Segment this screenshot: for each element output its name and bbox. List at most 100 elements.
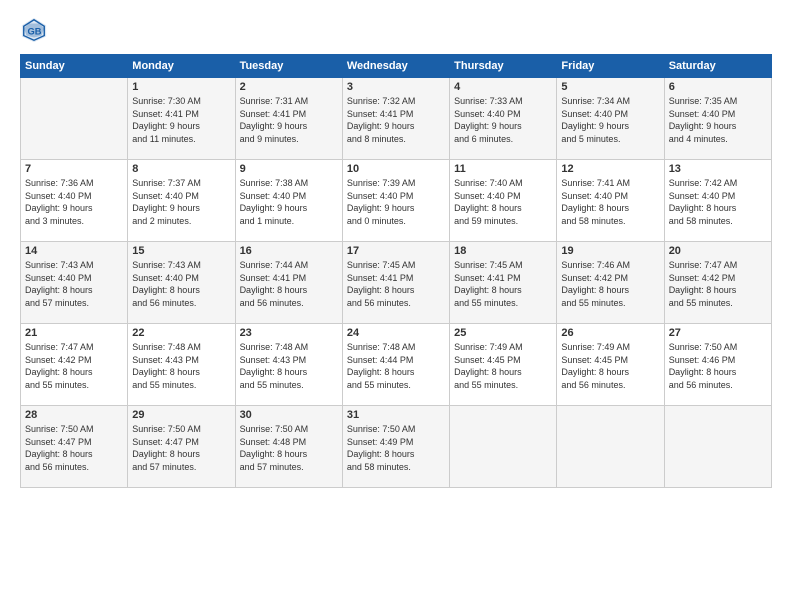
calendar-cell: 18 Sunrise: 7:45 AM Sunset: 4:41 PM Dayli… [450, 242, 557, 324]
calendar-cell: 21Sunrise: 7:47 AM Sunset: 4:42 PM Dayli… [21, 324, 128, 406]
calendar-cell: 30 Sunrise: 7:50 AM Sunset: 4:48 PM Dayli… [235, 406, 342, 488]
col-header-wednesday: Wednesday [342, 55, 449, 78]
col-header-monday: Monday [128, 55, 235, 78]
day-info: Sunrise: 7:50 AM Sunset: 4:48 PM Dayligh… [240, 423, 338, 473]
calendar-row: 1 Sunrise: 7:30 AM Sunset: 4:41 PM Daylig… [21, 78, 772, 160]
calendar-cell: 24Sunrise: 7:48 AM Sunset: 4:44 PM Dayli… [342, 324, 449, 406]
day-info: Sunrise: 7:34 AM Sunset: 4:40 PM Dayligh… [561, 95, 659, 145]
day-number: 31 [347, 409, 445, 421]
calendar-cell: 1 Sunrise: 7:30 AM Sunset: 4:41 PM Daylig… [128, 78, 235, 160]
col-header-sunday: Sunday [21, 55, 128, 78]
calendar-cell: 23 Sunrise: 7:48 AM Sunset: 4:43 PM Dayli… [235, 324, 342, 406]
day-info: Sunrise: 7:44 AM Sunset: 4:41 PM Dayligh… [240, 259, 338, 309]
day-number: 3 [347, 81, 445, 93]
day-info: Sunrise: 7:45 AM Sunset: 4:41 PM Dayligh… [454, 259, 552, 309]
day-info: Sunrise: 7:30 AM Sunset: 4:41 PM Dayligh… [132, 95, 230, 145]
header-row: SundayMondayTuesdayWednesdayThursdayFrid… [21, 55, 772, 78]
day-number: 27 [669, 327, 767, 339]
day-number: 12 [561, 163, 659, 175]
calendar-cell [557, 406, 664, 488]
day-number: 6 [669, 81, 767, 93]
day-info: Sunrise: 7:35 AM Sunset: 4:40 PM Dayligh… [669, 95, 767, 145]
logo: GB [20, 16, 52, 44]
calendar-cell: 15 Sunrise: 7:43 AM Sunset: 4:40 PM Dayli… [128, 242, 235, 324]
calendar-cell: 31 Sunrise: 7:50 AM Sunset: 4:49 PM Dayli… [342, 406, 449, 488]
calendar-cell: 22Sunrise: 7:48 AM Sunset: 4:43 PM Dayli… [128, 324, 235, 406]
day-number: 7 [25, 163, 123, 175]
calendar-cell: 13Sunrise: 7:42 AM Sunset: 4:40 PM Dayli… [664, 160, 771, 242]
day-number: 9 [240, 163, 338, 175]
page: GB SundayMondayTuesdayWednesdayThursdayF… [0, 0, 792, 612]
calendar-cell: 9 Sunrise: 7:38 AM Sunset: 4:40 PM Daylig… [235, 160, 342, 242]
day-info: Sunrise: 7:41 AM Sunset: 4:40 PM Dayligh… [561, 177, 659, 227]
calendar-cell [664, 406, 771, 488]
day-number: 16 [240, 245, 338, 257]
calendar-cell: 29 Sunrise: 7:50 AM Sunset: 4:47 PM Dayli… [128, 406, 235, 488]
day-info: Sunrise: 7:46 AM Sunset: 4:42 PM Dayligh… [561, 259, 659, 309]
calendar-cell: 12 Sunrise: 7:41 AM Sunset: 4:40 PM Dayli… [557, 160, 664, 242]
day-info: Sunrise: 7:38 AM Sunset: 4:40 PM Dayligh… [240, 177, 338, 227]
calendar-cell: 8 Sunrise: 7:37 AM Sunset: 4:40 PM Daylig… [128, 160, 235, 242]
calendar-cell: 27 Sunrise: 7:50 AM Sunset: 4:46 PM Dayli… [664, 324, 771, 406]
day-number: 18 [454, 245, 552, 257]
day-info: Sunrise: 7:39 AM Sunset: 4:40 PM Dayligh… [347, 177, 445, 227]
logo-icon: GB [20, 16, 48, 44]
col-header-tuesday: Tuesday [235, 55, 342, 78]
day-info: Sunrise: 7:50 AM Sunset: 4:46 PM Dayligh… [669, 341, 767, 391]
calendar-cell: 5Sunrise: 7:34 AM Sunset: 4:40 PM Daylig… [557, 78, 664, 160]
day-info: Sunrise: 7:47 AM Sunset: 4:42 PM Dayligh… [669, 259, 767, 309]
day-number: 11 [454, 163, 552, 175]
day-number: 17 [347, 245, 445, 257]
calendar-cell: 10 Sunrise: 7:39 AM Sunset: 4:40 PM Dayli… [342, 160, 449, 242]
day-number: 4 [454, 81, 552, 93]
calendar-row: 21Sunrise: 7:47 AM Sunset: 4:42 PM Dayli… [21, 324, 772, 406]
day-info: Sunrise: 7:47 AM Sunset: 4:42 PM Dayligh… [25, 341, 123, 391]
calendar-cell: 2Sunrise: 7:31 AM Sunset: 4:41 PM Daylig… [235, 78, 342, 160]
day-number: 13 [669, 163, 767, 175]
calendar-table: SundayMondayTuesdayWednesdayThursdayFrid… [20, 54, 772, 488]
day-number: 20 [669, 245, 767, 257]
calendar-row: 14 Sunrise: 7:43 AM Sunset: 4:40 PM Dayli… [21, 242, 772, 324]
calendar-cell: 4 Sunrise: 7:33 AM Sunset: 4:40 PM Daylig… [450, 78, 557, 160]
day-number: 2 [240, 81, 338, 93]
calendar-cell: 19 Sunrise: 7:46 AM Sunset: 4:42 PM Dayli… [557, 242, 664, 324]
day-info: Sunrise: 7:48 AM Sunset: 4:43 PM Dayligh… [240, 341, 338, 391]
day-info: Sunrise: 7:40 AM Sunset: 4:40 PM Dayligh… [454, 177, 552, 227]
col-header-thursday: Thursday [450, 55, 557, 78]
calendar-cell: 14 Sunrise: 7:43 AM Sunset: 4:40 PM Dayli… [21, 242, 128, 324]
calendar-cell: 6 Sunrise: 7:35 AM Sunset: 4:40 PM Daylig… [664, 78, 771, 160]
calendar-row: 28Sunrise: 7:50 AM Sunset: 4:47 PM Dayli… [21, 406, 772, 488]
calendar-cell: 11 Sunrise: 7:40 AM Sunset: 4:40 PM Dayli… [450, 160, 557, 242]
day-number: 23 [240, 327, 338, 339]
col-header-friday: Friday [557, 55, 664, 78]
calendar-cell: 28Sunrise: 7:50 AM Sunset: 4:47 PM Dayli… [21, 406, 128, 488]
day-info: Sunrise: 7:43 AM Sunset: 4:40 PM Dayligh… [25, 259, 123, 309]
calendar-cell: 17Sunrise: 7:45 AM Sunset: 4:41 PM Dayli… [342, 242, 449, 324]
day-number: 15 [132, 245, 230, 257]
day-number: 29 [132, 409, 230, 421]
day-info: Sunrise: 7:50 AM Sunset: 4:49 PM Dayligh… [347, 423, 445, 473]
calendar-cell: 26Sunrise: 7:49 AM Sunset: 4:45 PM Dayli… [557, 324, 664, 406]
day-number: 1 [132, 81, 230, 93]
day-info: Sunrise: 7:36 AM Sunset: 4:40 PM Dayligh… [25, 177, 123, 227]
day-number: 8 [132, 163, 230, 175]
calendar-cell [450, 406, 557, 488]
day-info: Sunrise: 7:50 AM Sunset: 4:47 PM Dayligh… [25, 423, 123, 473]
day-info: Sunrise: 7:37 AM Sunset: 4:40 PM Dayligh… [132, 177, 230, 227]
calendar-cell: 7 Sunrise: 7:36 AM Sunset: 4:40 PM Daylig… [21, 160, 128, 242]
day-info: Sunrise: 7:33 AM Sunset: 4:40 PM Dayligh… [454, 95, 552, 145]
day-number: 14 [25, 245, 123, 257]
calendar-row: 7 Sunrise: 7:36 AM Sunset: 4:40 PM Daylig… [21, 160, 772, 242]
day-info: Sunrise: 7:50 AM Sunset: 4:47 PM Dayligh… [132, 423, 230, 473]
day-info: Sunrise: 7:43 AM Sunset: 4:40 PM Dayligh… [132, 259, 230, 309]
day-info: Sunrise: 7:48 AM Sunset: 4:43 PM Dayligh… [132, 341, 230, 391]
day-info: Sunrise: 7:49 AM Sunset: 4:45 PM Dayligh… [454, 341, 552, 391]
day-number: 19 [561, 245, 659, 257]
calendar-cell: 3 Sunrise: 7:32 AM Sunset: 4:41 PM Daylig… [342, 78, 449, 160]
day-number: 30 [240, 409, 338, 421]
day-number: 25 [454, 327, 552, 339]
day-info: Sunrise: 7:32 AM Sunset: 4:41 PM Dayligh… [347, 95, 445, 145]
day-number: 26 [561, 327, 659, 339]
calendar-cell [21, 78, 128, 160]
day-number: 10 [347, 163, 445, 175]
